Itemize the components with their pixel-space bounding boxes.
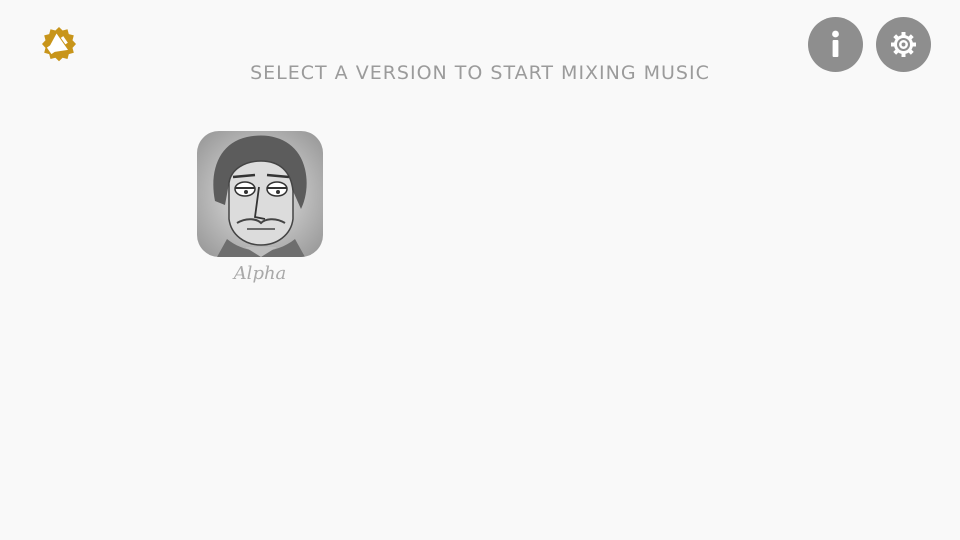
version-card-alpha[interactable]: Alpha (197, 131, 323, 285)
megaphone-badge-icon (42, 27, 76, 62)
version-label: Alpha (233, 263, 287, 284)
version-thumbnail[interactable] (197, 131, 323, 257)
page-title: SELECT A VERSION TO START MIXING MUSIC (250, 62, 710, 84)
news-badge-button[interactable] (38, 23, 80, 65)
character-face-icon (197, 131, 323, 257)
